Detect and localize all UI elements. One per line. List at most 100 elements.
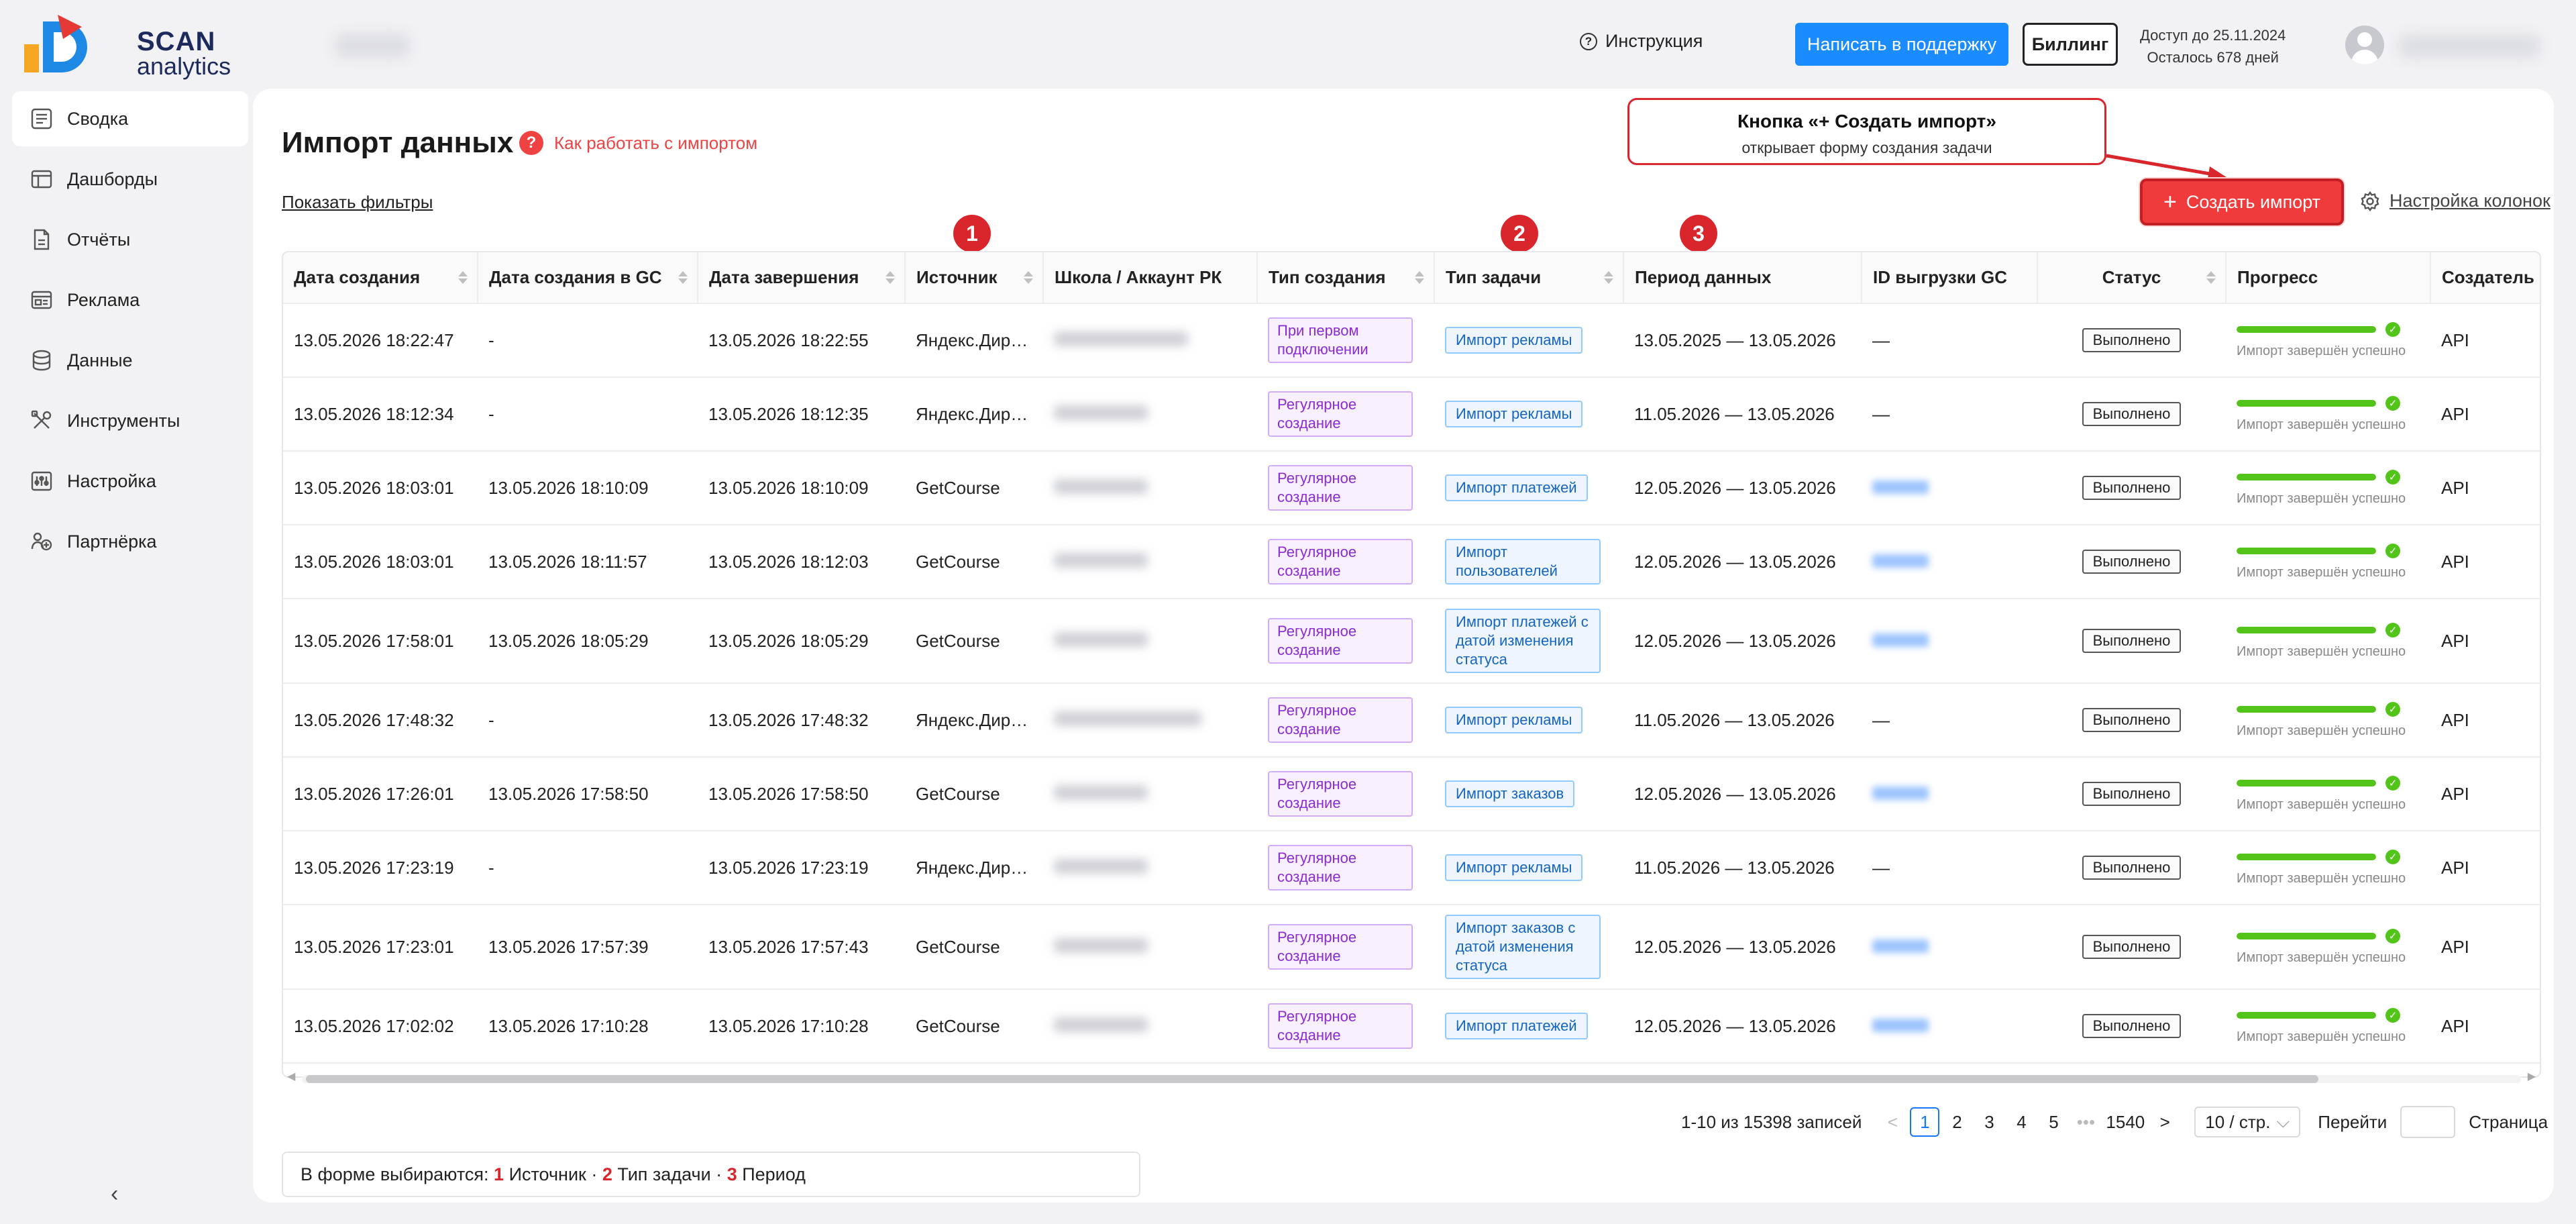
task-type-tag: Импорт рекламы — [1445, 327, 1583, 354]
cell-status: Выполнено — [2037, 377, 2226, 452]
col-created-gc-label: Дата создания в GC — [489, 267, 662, 287]
brand-logo[interactable]: SCAN analytics — [24, 12, 231, 79]
sidebar-item-data[interactable]: Данные — [12, 333, 248, 388]
sort-icon[interactable] — [1415, 271, 1424, 284]
scroll-right-icon[interactable]: ▶ — [2528, 1070, 2536, 1083]
progress-note: Импорт завершён успешно — [2237, 343, 2406, 358]
col-created[interactable]: Дата создания — [283, 252, 478, 304]
table-row[interactable]: 13.05.2026 18:03:01 13.05.2026 18:10:09 13… — [283, 451, 2540, 525]
sidebar-item-reports[interactable]: Отчёты — [12, 212, 248, 267]
sort-icon[interactable] — [885, 271, 895, 284]
instruction-link[interactable]: ? Инструкция — [1580, 31, 1703, 52]
progress-indicator: ✓ — [2237, 849, 2420, 864]
pagination-page-4[interactable]: 4 — [2006, 1107, 2036, 1137]
project-selector-blurred[interactable] — [335, 34, 409, 58]
pagination-ellipsis[interactable]: ••• — [2071, 1107, 2100, 1137]
sidebar-item-label: Дашборды — [67, 168, 158, 189]
sort-icon[interactable] — [2206, 271, 2216, 284]
create-type-tag: Регулярное создание — [1268, 465, 1413, 511]
progress-bar — [2237, 626, 2376, 633]
pagination-prev[interactable]: < — [1878, 1107, 1907, 1137]
gc-id-blurred[interactable] — [1872, 480, 1929, 494]
sort-icon[interactable] — [1024, 271, 1033, 284]
sort-icon[interactable] — [1604, 271, 1613, 284]
create-import-button[interactable]: + Создать импорт — [2140, 178, 2344, 225]
sidebar-item-partners[interactable]: Партнёрка — [12, 514, 248, 569]
create-type-tag: Регулярное создание — [1268, 845, 1413, 890]
billing-button[interactable]: Биллинг — [2023, 23, 2118, 66]
cell-gc-id — [1862, 989, 2037, 1064]
col-gc-id: ID выгрузки GC — [1862, 252, 2038, 304]
howto-link[interactable]: ? Как работать с импортом — [519, 131, 757, 155]
table-row[interactable]: 13.05.2026 17:23:19-13.05.2026 17:23:19 Я… — [283, 831, 2540, 905]
col-progress: Прогресс — [2226, 252, 2431, 304]
col-source[interactable]: Источник — [905, 252, 1044, 304]
scroll-left-icon[interactable]: ◀ — [287, 1070, 295, 1083]
gc-id-blurred[interactable] — [1872, 554, 1929, 568]
progress-indicator: ✓ — [2237, 775, 2420, 790]
table-row[interactable]: 13.05.2026 17:58:01 13.05.2026 18:05:29 13… — [283, 599, 2540, 684]
pagination-page-5[interactable]: 5 — [2039, 1107, 2068, 1137]
gc-id-blurred[interactable] — [1872, 1018, 1929, 1032]
col-finished[interactable]: Дата завершения — [698, 252, 906, 304]
pagination-page-3[interactable]: 3 — [1974, 1107, 2004, 1137]
cell-finished: 13.05.2026 18:05:29 — [698, 599, 905, 684]
column-settings-label: Настройка колонок — [2390, 191, 2551, 211]
cell-task-type: Импорт пользователей — [1434, 525, 1623, 599]
gc-id-blurred[interactable] — [1872, 786, 1929, 800]
task-type-tag: Импорт рекламы — [1445, 707, 1583, 733]
account-blurred — [1054, 552, 1148, 568]
user-name-blurred[interactable] — [2399, 35, 2540, 58]
gc-id-blurred[interactable] — [1872, 939, 1929, 953]
pagination-page-1[interactable]: 1 — [1910, 1107, 1940, 1137]
table-row[interactable]: 13.05.2026 18:12:34-13.05.2026 18:12:35 Я… — [283, 377, 2540, 452]
settings-icon — [30, 469, 54, 493]
sidebar-item-label: Партнёрка — [67, 531, 157, 552]
table-row[interactable]: 13.05.2026 18:03:01 13.05.2026 18:11:57 13… — [283, 525, 2540, 599]
gc-id-blurred[interactable] — [1872, 633, 1929, 647]
sidebar-item-settings[interactable]: Настройка — [12, 454, 248, 509]
annotation-badge-2: 2 — [1501, 215, 1538, 252]
col-source-label: Источник — [916, 267, 998, 287]
sidebar-item-summary[interactable]: Сводка — [12, 91, 248, 146]
pagination-last-page[interactable]: 1540 — [2106, 1107, 2145, 1137]
cell-status: Выполнено — [2037, 757, 2226, 831]
progress-note: Импорт завершён успешно — [2237, 797, 2406, 812]
sort-icon[interactable] — [678, 271, 688, 284]
pagination-page-2[interactable]: 2 — [1942, 1107, 1972, 1137]
cell-creator: API — [2430, 525, 2540, 599]
cell-created: 13.05.2026 17:58:01 — [283, 599, 478, 684]
sidebar-item-ads[interactable]: Реклама — [12, 272, 248, 327]
table-row[interactable]: 13.05.2026 17:48:32-13.05.2026 17:48:32 Я… — [283, 683, 2540, 758]
table-row[interactable]: 13.05.2026 17:26:01 13.05.2026 17:58:50 13… — [283, 757, 2540, 831]
col-create-type[interactable]: Тип создания — [1257, 252, 1435, 304]
cell-period: 12.05.2026 — 13.05.2026 — [1623, 905, 1862, 990]
col-task-type-label: Тип задачи — [1446, 267, 1542, 287]
table-row[interactable]: 13.05.2026 18:22:47-13.05.2026 18:22:55 Я… — [283, 303, 2540, 378]
page-size-value: 10 / стр. — [2205, 1111, 2271, 1132]
scrollbar-thumb[interactable] — [306, 1075, 2318, 1083]
support-button[interactable]: Написать в поддержку — [1795, 23, 2008, 66]
sidebar-collapse-button[interactable]: ‹ — [111, 1181, 118, 1207]
goto-page-input[interactable] — [2400, 1106, 2456, 1138]
col-task-type[interactable]: Тип задачи — [1434, 252, 1624, 304]
cell-create-type: Регулярное создание — [1257, 757, 1434, 831]
pagination-next[interactable]: > — [2150, 1107, 2180, 1137]
col-status[interactable]: Статус — [2037, 252, 2226, 304]
table-row[interactable]: 13.05.2026 17:02:02 13.05.2026 17:10:28 13… — [283, 989, 2540, 1064]
create-import-callout: Кнопка «+ Создать импорт» открывает форм… — [1627, 98, 2106, 165]
table-row[interactable]: 13.05.2026 17:23:01 13.05.2026 17:57:39 13… — [283, 905, 2540, 990]
sort-icon[interactable] — [458, 271, 468, 284]
avatar[interactable] — [2345, 26, 2384, 64]
table-horizontal-scrollbar[interactable]: ◀ ▶ — [282, 1070, 2541, 1083]
column-settings-link[interactable]: Настройка колонок — [2360, 191, 2551, 211]
page-size-select[interactable]: 10 / стр. ⌵ — [2194, 1107, 2301, 1137]
check-circle-icon: ✓ — [2385, 321, 2400, 337]
sidebar-item-tools[interactable]: Инструменты — [12, 393, 248, 448]
sidebar-item-dashboards[interactable]: Дашборды — [12, 152, 248, 207]
col-created-gc[interactable]: Дата создания в GC — [478, 252, 698, 304]
progress-bar — [2237, 705, 2376, 713]
show-filters-link[interactable]: Показать фильтры — [282, 192, 433, 213]
cell-created-gc: 13.05.2026 17:10:28 — [478, 989, 698, 1064]
cell-gc-id: — — [1862, 831, 2037, 905]
